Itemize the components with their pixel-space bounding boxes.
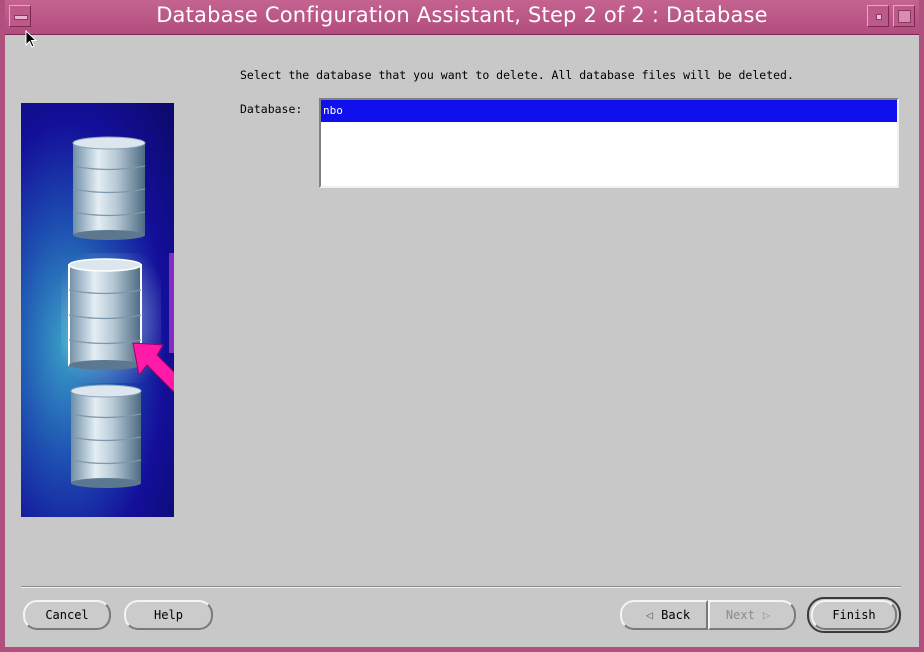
- wizard-banner-image: [21, 103, 174, 517]
- back-arrow-icon: ◁: [645, 608, 654, 622]
- database-cylinder-icon: [68, 258, 142, 370]
- minimize-icon: [876, 14, 882, 20]
- window-title: Database Configuration Assistant, Step 2…: [156, 3, 768, 27]
- back-button-label: Back: [661, 608, 691, 622]
- help-button[interactable]: Help: [124, 600, 213, 630]
- finish-button[interactable]: Finish: [811, 600, 897, 630]
- title-bar[interactable]: Database Configuration Assistant, Step 2…: [5, 0, 919, 35]
- back-button[interactable]: ◁ Back: [620, 600, 708, 630]
- database-label: Database:: [240, 102, 303, 116]
- cancel-button[interactable]: Cancel: [23, 600, 111, 630]
- mouse-cursor-icon: [25, 30, 38, 48]
- instruction-text: Select the database that you want to del…: [240, 68, 794, 82]
- maximize-button[interactable]: [893, 5, 915, 27]
- next-arrow-icon: ▷: [762, 608, 771, 622]
- database-list-item[interactable]: nbo: [321, 100, 897, 122]
- database-list[interactable]: nbo: [319, 98, 899, 188]
- next-button-label: Next: [725, 608, 755, 622]
- database-cylinder-icon: [72, 136, 146, 240]
- button-separator: [21, 586, 901, 588]
- minimize-button[interactable]: [867, 5, 889, 27]
- next-button: Next ▷: [708, 600, 796, 630]
- maximize-icon: [898, 10, 911, 23]
- database-cylinder-icon: [70, 384, 142, 488]
